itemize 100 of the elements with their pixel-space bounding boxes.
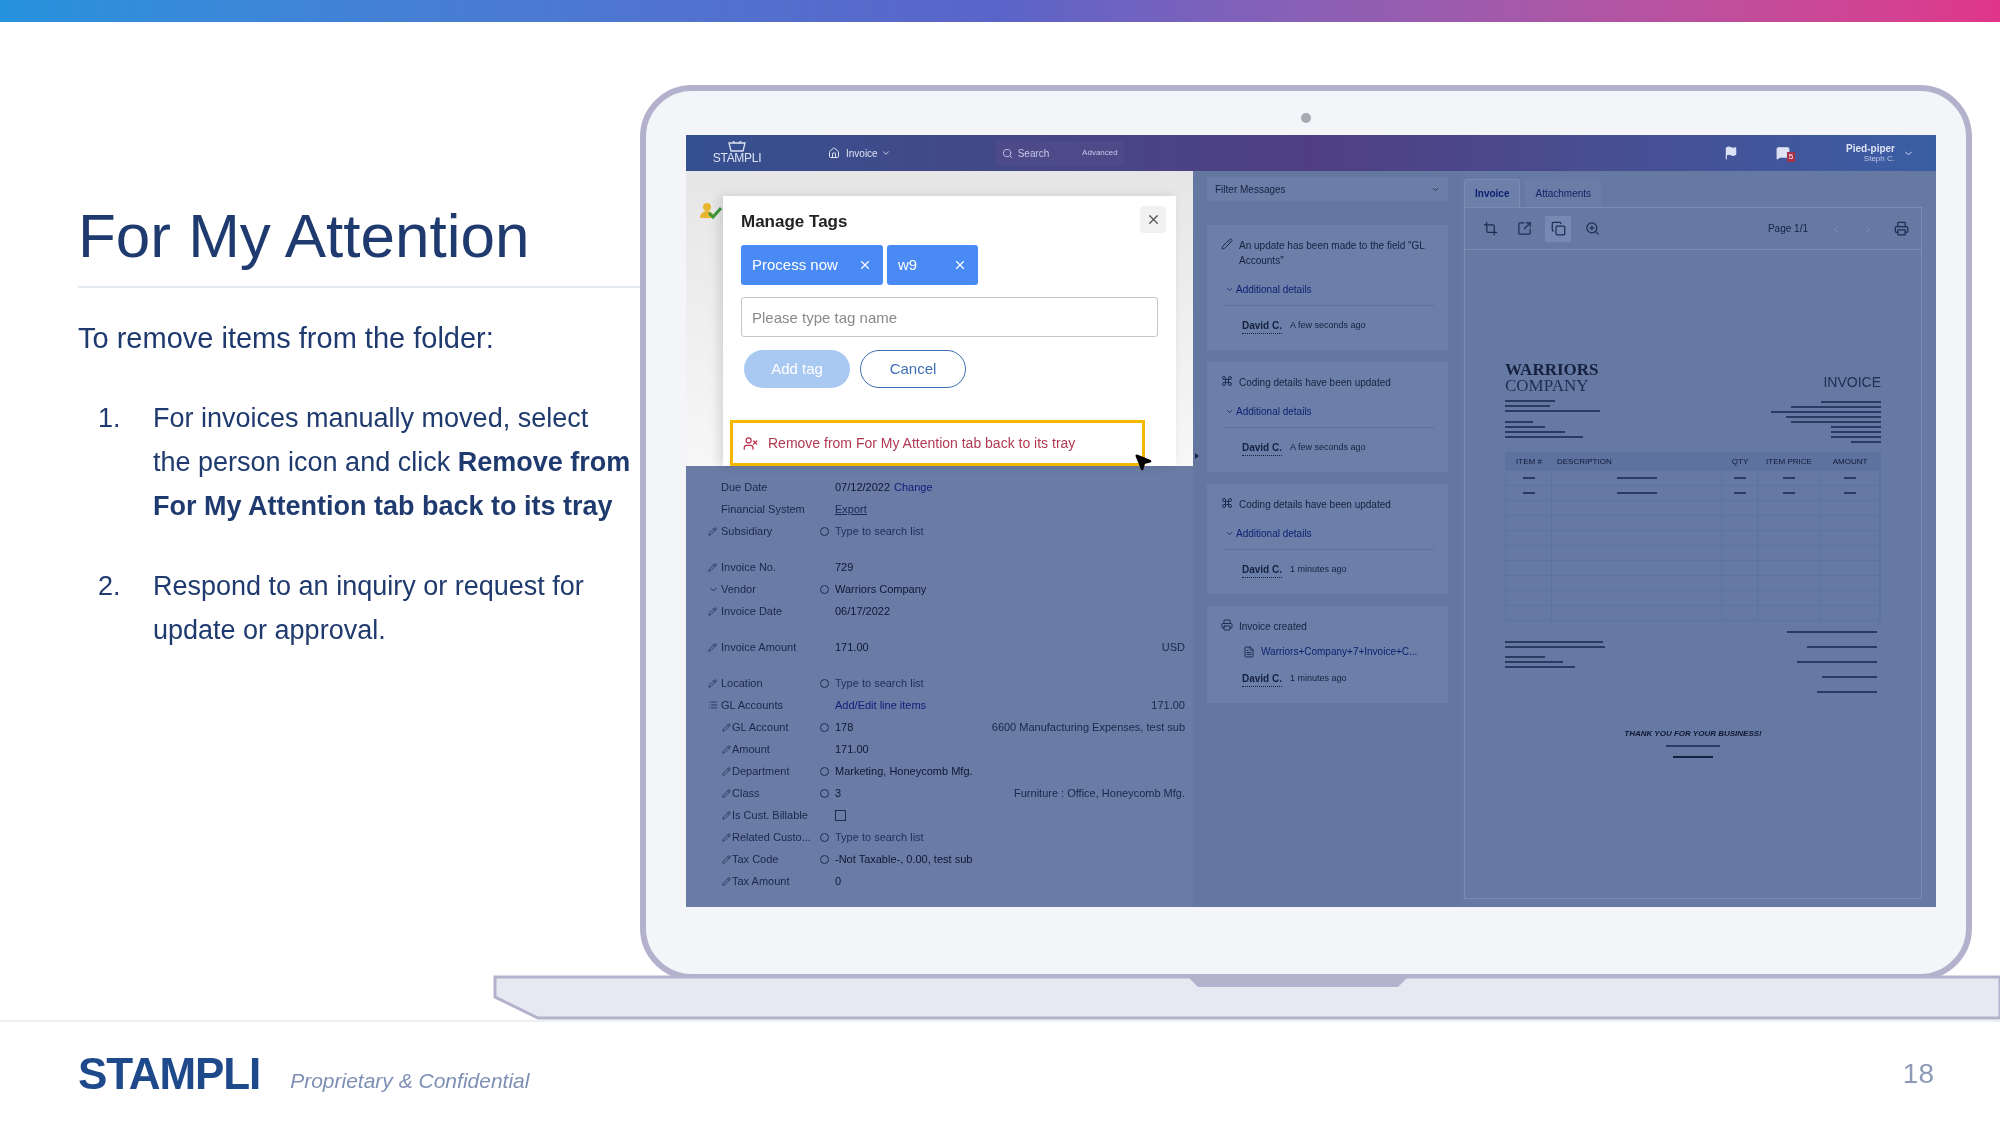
mouse-cursor-icon <box>1133 452 1153 472</box>
text-lines-drawing <box>1666 745 1720 750</box>
field-label: Amount <box>732 741 771 757</box>
close-button[interactable] <box>1140 206 1166 233</box>
filter-dropdown[interactable]: Filter Messages <box>1207 177 1448 201</box>
page-number: 18 <box>1902 1056 1934 1091</box>
advanced-link[interactable]: Advanced <box>1082 147 1118 159</box>
author-name[interactable]: David C. <box>1242 440 1282 456</box>
field-value: 07/12/2022 <box>835 479 891 495</box>
text-lines-drawing <box>1616 476 1657 480</box>
field-value: -Not Taxable-, 0.00, test sub <box>835 851 973 867</box>
search-field[interactable]: Type to search list <box>835 522 924 540</box>
search-field[interactable]: Search Advanced <box>995 140 1124 166</box>
field-label: Subsidiary <box>721 523 774 539</box>
viewer-tab[interactable]: Attachments <box>1525 179 1602 207</box>
field-value: 3 <box>835 785 842 801</box>
app-logo[interactable]: STAMPLI <box>712 152 762 165</box>
field-label: Department <box>732 763 791 779</box>
slide-intro: To remove items from the folder: <box>78 321 495 356</box>
field-link[interactable]: Export <box>835 500 867 518</box>
closing-note: THANK YOU FOR YOUR BUSINESS! <box>1624 728 1762 740</box>
field-label: Financial System <box>721 501 806 517</box>
person-check-icon[interactable] <box>700 202 722 220</box>
field-value: 0 <box>835 873 842 889</box>
field-link[interactable]: Add/Edit line items <box>835 696 927 714</box>
field-note: 6600 Manufacturing Expenses, test sub <box>991 719 1185 735</box>
tag-label: w9 <box>898 254 918 275</box>
pencil-icon <box>722 854 731 864</box>
field-label: Invoice Date <box>721 603 784 619</box>
pencil-icon <box>722 876 731 886</box>
company-name: WARRIORS <box>1505 362 1600 378</box>
text-lines-drawing <box>1522 491 1535 495</box>
cancel-button[interactable]: Cancel <box>860 350 966 388</box>
chevron-icon <box>1225 529 1234 538</box>
author-name[interactable]: David C. <box>1242 671 1282 687</box>
viewer-tab[interactable]: Invoice <box>1464 179 1521 207</box>
search-field[interactable]: Type to search list <box>835 828 924 846</box>
chevron-icon <box>880 148 891 158</box>
column-header: QTY <box>1730 455 1750 468</box>
person-remove-icon <box>743 435 758 451</box>
field-label: Is Cust. Billable <box>732 807 809 823</box>
user-name: Steph C. <box>1863 153 1895 164</box>
command-icon <box>1221 497 1233 509</box>
crop-icon[interactable] <box>1482 221 1498 236</box>
text-lines-drawing <box>1843 491 1856 495</box>
printer-icon[interactable] <box>1894 221 1909 236</box>
page-indicator: Page 1/1 <box>1767 222 1808 236</box>
remove-attention-menu-item[interactable]: Remove from For My Attention tab back to its tray <box>730 420 1145 466</box>
change-link[interactable]: Change <box>894 478 933 496</box>
pencil-icon <box>722 810 731 820</box>
step-number: 1. <box>97 402 122 435</box>
home-icon[interactable] <box>828 147 840 159</box>
flag-icon[interactable] <box>1724 146 1739 160</box>
checkbox[interactable] <box>835 809 846 821</box>
tag-name-input[interactable]: Please type tag name <box>741 297 1158 337</box>
remove-tag-icon[interactable] <box>953 258 967 272</box>
field-note: USD <box>1161 639 1185 655</box>
zoom-in-icon[interactable] <box>1584 221 1600 236</box>
details-toggle[interactable]: Additional details <box>1225 404 1434 428</box>
field-label: Invoice No. <box>721 559 778 575</box>
tag-chip[interactable]: Process now <box>741 245 883 285</box>
search-placeholder: Search <box>1017 146 1051 161</box>
printer-icon <box>1221 619 1233 631</box>
tag-chip[interactable]: w9 <box>887 245 978 285</box>
toolbar-button[interactable] <box>1545 215 1571 242</box>
message-icon[interactable] <box>1776 146 1791 160</box>
list-icon <box>708 700 718 710</box>
message-text: Invoice created <box>1239 620 1307 634</box>
pencil-icon <box>722 744 731 754</box>
pencil-icon <box>708 526 717 536</box>
pencil-icon <box>708 606 717 616</box>
pencil-icon <box>722 788 731 798</box>
field-label: Due Date <box>721 479 769 495</box>
details-toggle[interactable]: Additional details <box>1225 526 1434 550</box>
slide-title: For My Attention <box>78 200 531 272</box>
company-name: COMPANY <box>1505 378 1590 394</box>
field-label: Related Custo... <box>732 829 812 845</box>
pencil-icon <box>708 678 717 688</box>
pencil-icon <box>1221 238 1233 250</box>
collapse-arrow-icon[interactable] <box>1195 453 1199 459</box>
field-label: Tax Amount <box>732 873 791 889</box>
column-header: ITEM # <box>1515 455 1543 468</box>
author-name[interactable]: David C. <box>1242 562 1282 578</box>
remove-tag-icon[interactable] <box>858 258 872 272</box>
text-lines-drawing <box>1782 491 1795 495</box>
pencil-icon <box>722 722 731 732</box>
dialog-title: Manage Tags <box>741 211 848 233</box>
message-text: An update has been made to the field "GL Accounts" <box>1239 239 1426 268</box>
file-link[interactable]: Warriors+Company+7+Invoice+C... <box>1261 644 1418 659</box>
details-toggle[interactable]: Additional details <box>1225 282 1434 306</box>
pencil-icon <box>722 832 731 842</box>
arrow-square-icon[interactable] <box>1516 221 1532 236</box>
copy-icon[interactable] <box>1550 221 1566 236</box>
author-name[interactable]: David C. <box>1242 318 1282 334</box>
field-label: GL Account <box>732 719 790 735</box>
message-time: 1 minutes ago <box>1290 563 1347 577</box>
invoice-menu[interactable]: Invoice <box>846 145 891 161</box>
text-lines-drawing <box>1733 476 1746 480</box>
field-note: Furniture : Office, Honeycomb Mfg. <box>1014 785 1185 801</box>
search-field[interactable]: Type to search list <box>835 674 924 692</box>
